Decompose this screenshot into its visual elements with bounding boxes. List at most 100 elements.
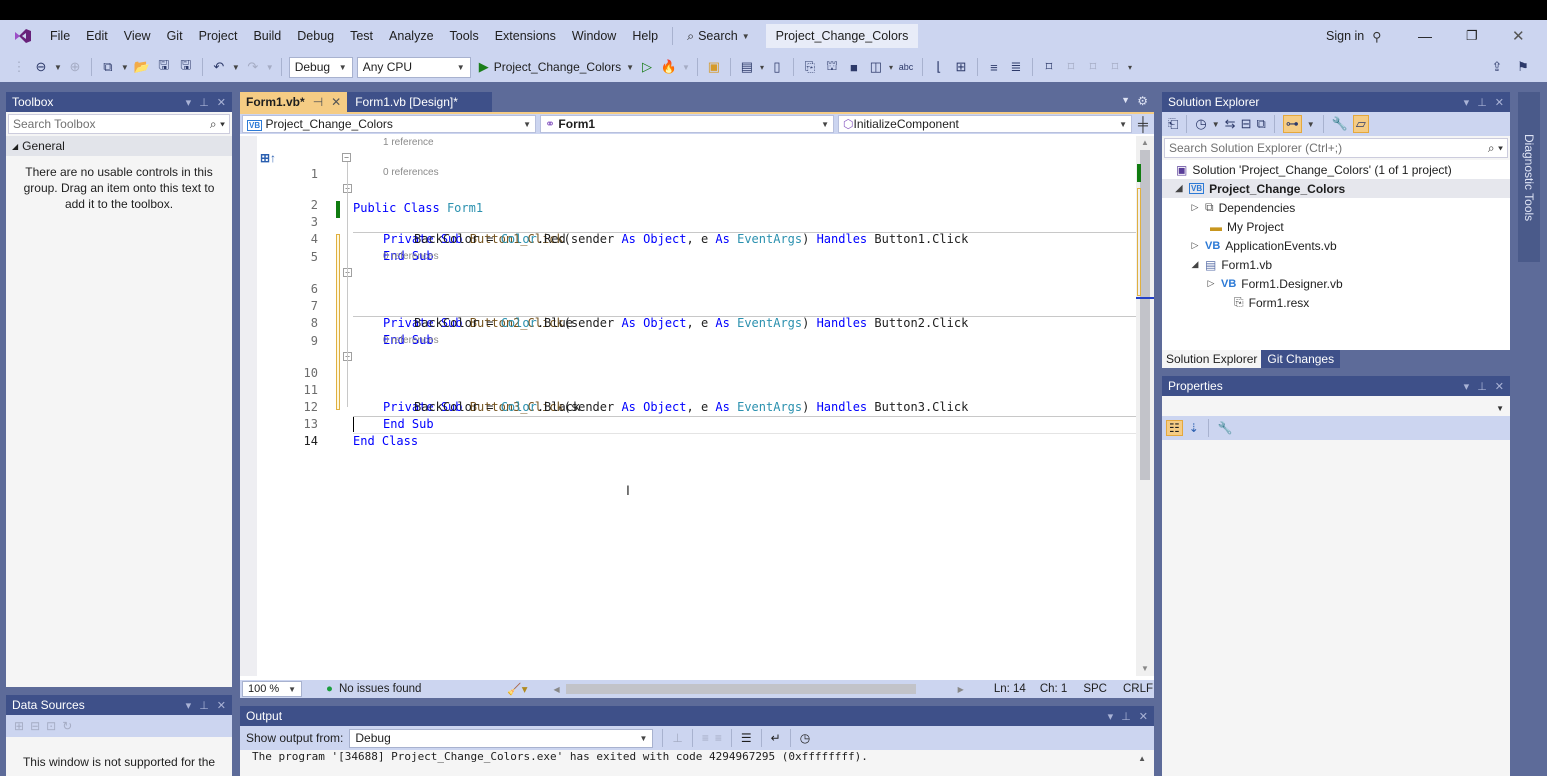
line-indicator[interactable]: Ln: 14 [994,683,1026,695]
properties-wrench-icon[interactable]: 🔧 [1332,116,1348,132]
toolbox-search-input[interactable]: Search Toolbox ⌕ ▾ [8,114,230,134]
preview-selected-items-icon[interactable]: ⏥ [1352,115,1369,133]
browser-link-icon[interactable]: ▤ [738,58,756,76]
pin-tab-icon[interactable]: ⊣ [313,95,323,109]
close-icon[interactable]: ✕ [217,96,226,109]
search-button[interactable]: ⌕ Search ▼ [679,29,758,44]
sync-active-document-icon[interactable]: ⇆ [1225,116,1236,132]
scroll-thumb[interactable] [1140,150,1150,480]
pin-icon[interactable]: ⊥ [1477,380,1487,393]
show-all-files-icon[interactable]: ⧉ [1256,116,1265,132]
collapsed-triangle-icon[interactable]: ▷ [1190,240,1200,251]
split-window-icon[interactable]: ╪ [1138,116,1148,132]
layout-icon[interactable]: ◫ [867,58,885,76]
prev-bookmark-icon[interactable]: ⌑ [1062,58,1080,76]
codelens-references[interactable]: 0 references [383,250,439,263]
window-menu-icon[interactable]: ▾ [1464,96,1470,109]
go-to-next-message-icon[interactable]: ≡ [702,731,709,745]
code-area[interactable]: ⊞↑ 1 reference 1 − Public Class Form1 0 … [240,136,1136,676]
open-folder-icon[interactable]: 📂 [133,58,151,76]
tree-item-form1[interactable]: ◢ ▤ Form1.vb [1162,255,1510,274]
menu-edit[interactable]: Edit [78,20,116,52]
chevron-down-icon[interactable]: ▼ [682,63,690,72]
navigate-forward-icon[interactable]: ⊕ [66,58,84,76]
output-source-dropdown[interactable]: Debug ▼ [349,728,654,748]
char-indicator[interactable]: Ch: 1 [1040,683,1068,695]
collapse-icon[interactable]: − [342,153,351,162]
toolbox-group-general[interactable]: ◢ General [6,136,232,156]
menu-extensions[interactable]: Extensions [487,20,564,52]
close-icon[interactable]: ✕ [1495,380,1504,393]
menu-project[interactable]: Project [191,20,246,52]
alphabetical-icon[interactable]: ⇣ [1189,421,1199,435]
scroll-up-icon[interactable]: ▲ [1138,754,1146,763]
scroll-left-icon[interactable]: ◀ [554,685,560,694]
undo-icon[interactable]: ↶ [210,58,228,76]
settings-gear-icon[interactable]: ⚙ [1137,94,1148,108]
select-element-icon[interactable]: ⌊ [930,58,948,76]
chevron-down-icon[interactable]: ▼ [266,63,274,72]
expanded-triangle-icon[interactable]: ◢ [1174,183,1184,194]
class-dropdown[interactable]: ⚭ Form1 ▼ [540,115,834,133]
word-wrap-icon[interactable]: ↵ [771,731,781,745]
deploy-icon[interactable]: ⎘ [801,58,819,76]
diagnostic-tools-tab[interactable]: Diagnostic Tools [1518,92,1540,262]
restore-button[interactable]: ❐ [1466,20,1478,52]
horizontal-scroll-thumb[interactable] [565,684,916,694]
chevron-down-icon[interactable]: ▼ [121,63,129,72]
menu-window[interactable]: Window [564,20,624,52]
switch-views-icon[interactable]: ⎗ [1168,116,1178,132]
pin-icon[interactable]: ⊥ [1121,710,1131,723]
collapse-all-icon[interactable]: ⊟ [1241,116,1252,132]
clock-icon[interactable]: ◷ [800,731,810,745]
view-class-diagram-icon[interactable]: ⊶ [1282,115,1302,133]
chevron-down-icon[interactable]: ▼ [1212,120,1220,129]
overflow-icon[interactable]: ▾ [760,63,764,72]
expanded-triangle-icon[interactable]: ◢ [1190,259,1200,270]
chevron-down-icon[interactable]: ▼ [232,63,240,72]
tree-item-application-events[interactable]: ▷ VB ApplicationEvents.vb [1162,236,1510,255]
hot-reload-icon[interactable]: 🔥 [660,58,678,76]
chevron-down-icon[interactable]: ▼ [1307,120,1315,129]
close-tab-icon[interactable]: ✕ [331,95,341,109]
window-menu-icon[interactable]: ▾ [186,699,192,712]
tree-item-my-project[interactable]: ▬ My Project [1162,217,1510,236]
overflow-icon[interactable]: ▾ [889,63,893,72]
tree-item-form1-designer[interactable]: ▷ VB Form1.Designer.vb [1162,274,1510,293]
scroll-up-icon[interactable]: ▲ [1141,138,1149,147]
categorized-icon[interactable]: ☷ [1166,420,1183,436]
menu-git[interactable]: Git [159,20,191,52]
menu-debug[interactable]: Debug [289,20,342,52]
code-cleanup-icon[interactable]: 🧹▾ [507,682,527,696]
pin-icon[interactable]: ⊥ [199,699,209,712]
issues-status[interactable]: No issues found [339,683,421,695]
bookmark-icon[interactable]: ⌑ [1040,58,1058,76]
tab-overflow-icon[interactable]: ▼ [1121,95,1130,105]
navigate-back-icon[interactable]: ⊖ [32,58,50,76]
codelens-references[interactable]: 0 references [383,166,439,179]
scroll-down-icon[interactable]: ▼ [1141,664,1149,673]
uncomment-lines-icon[interactable]: ≣ [1007,58,1025,76]
codelens-references[interactable]: 1 reference [383,136,434,149]
tree-item-form1-resx[interactable]: ⎘ Form1.resx [1162,293,1510,312]
solution-explorer-search-input[interactable]: Search Solution Explorer (Ctrl+;) ⌕ ▾ [1164,138,1508,158]
pin-icon[interactable]: ⊥ [199,96,209,109]
live-share-icon[interactable]: ⇪ [1488,58,1506,76]
tree-item-dependencies[interactable]: ▷ ⧉ Dependencies [1162,198,1510,217]
property-pages-icon[interactable]: 🔧 [1218,421,1233,435]
overflow-icon[interactable]: ▾ [1128,63,1132,72]
go-to-previous-icon[interactable]: ⊥ [672,731,682,745]
sign-in-button[interactable]: Sign in ⚲ [1326,20,1381,52]
tree-item-project[interactable]: ◢ VB Project_Change_Colors [1162,179,1510,198]
vertical-scrollbar[interactable]: ▲ ▼ [1136,136,1154,676]
window-menu-icon[interactable]: ▾ [1108,710,1114,723]
terminal-icon[interactable]: ■ [845,58,863,76]
comment-lines-icon[interactable]: ≡ [985,58,1003,76]
tree-item-solution[interactable]: ▣ Solution 'Project_Change_Colors' (1 of… [1162,160,1510,179]
menu-file[interactable]: File [42,20,78,52]
minimize-button[interactable]: — [1418,20,1432,52]
tab-git-changes[interactable]: Git Changes [1261,350,1341,368]
solution-configuration-dropdown[interactable]: Debug ▼ [288,56,353,78]
save-icon[interactable]: 🖫 [155,57,173,76]
close-button[interactable]: ✕ [1512,20,1525,52]
